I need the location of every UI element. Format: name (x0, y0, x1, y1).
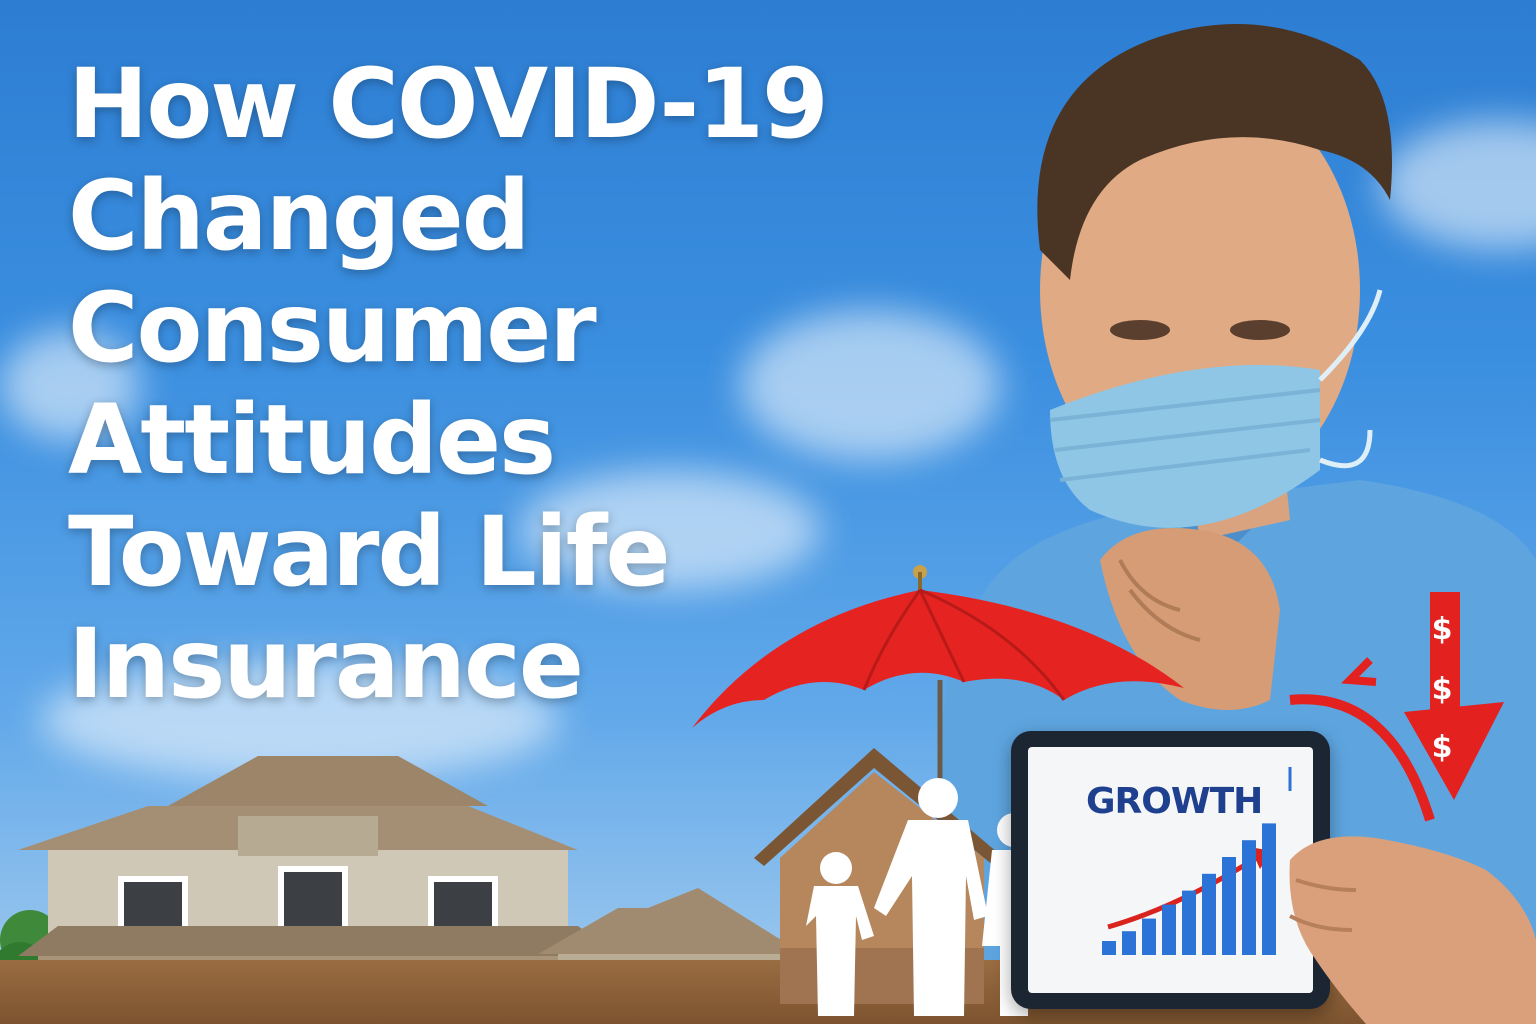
headline-line: Consumer (68, 272, 597, 384)
growth-bar (1122, 931, 1136, 955)
growth-bar (1222, 857, 1236, 955)
headline-line: Insurance (68, 608, 584, 720)
headline-line: How COVID-19 (68, 48, 829, 160)
growth-bar (1182, 890, 1196, 955)
dollar-sign: $ (1431, 612, 1453, 647)
dollar-sign: $ (1431, 730, 1453, 765)
growth-bar-chart (1102, 767, 1292, 955)
tablet-screen: GROWTH (1028, 747, 1313, 993)
growth-bar (1202, 873, 1216, 955)
headline-line: Changed (68, 160, 530, 272)
headline-line: Toward Life (68, 496, 671, 608)
growth-bar (1162, 904, 1176, 955)
growth-bar (1262, 823, 1276, 955)
headline-line: Attitudes (68, 384, 556, 496)
growth-bar (1102, 941, 1116, 955)
growth-bar (1142, 918, 1156, 955)
growth-bar (1242, 840, 1256, 955)
scene: How COVID-19 Changed Consumer Attitudes … (0, 0, 1536, 1024)
dollar-sign: $ (1431, 672, 1453, 707)
